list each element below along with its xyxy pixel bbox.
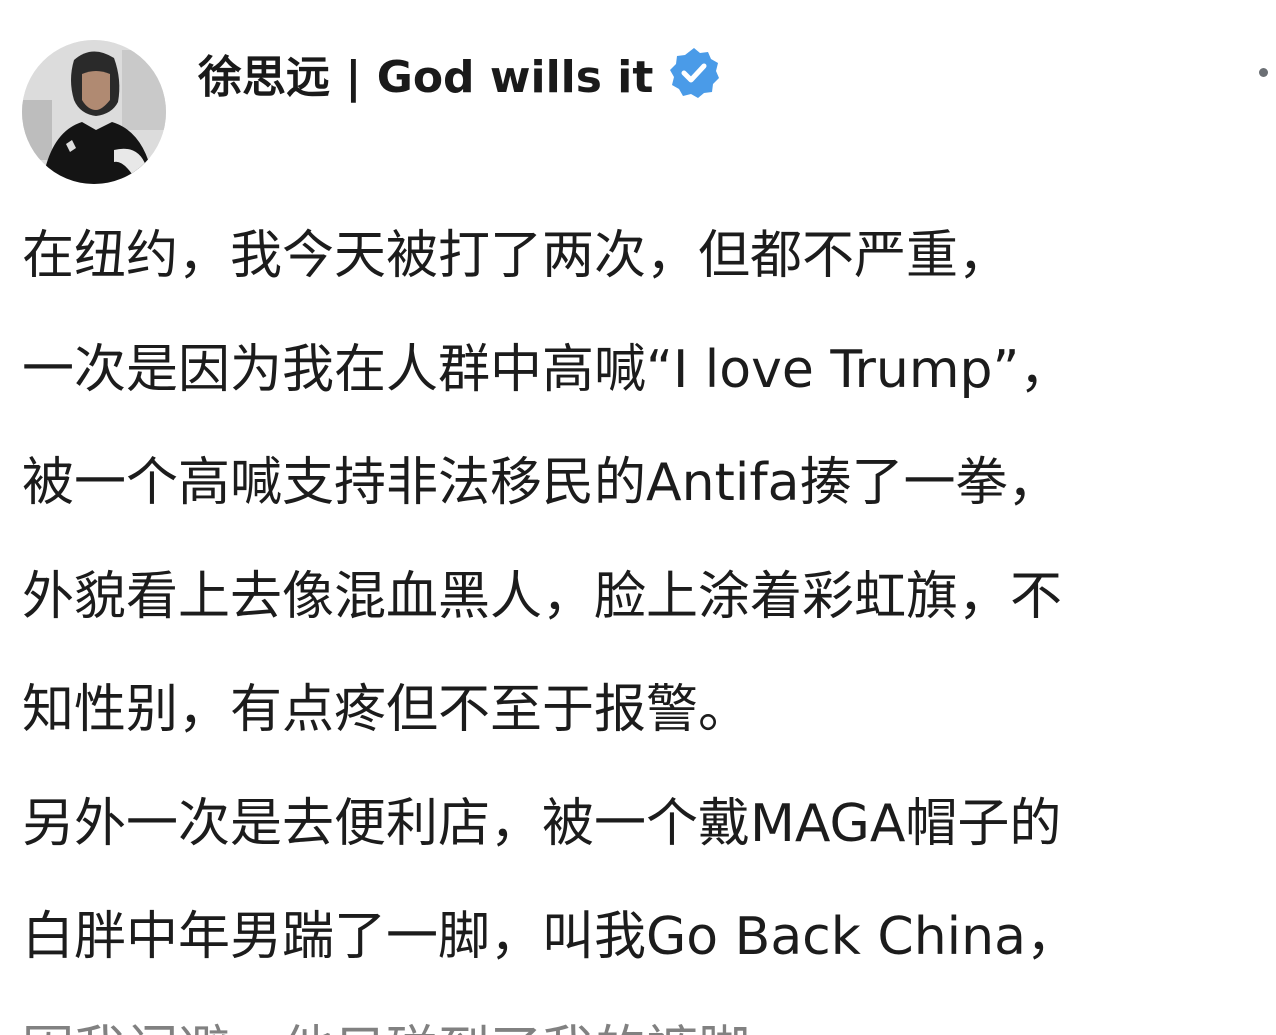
- post-text-line: 一次是因为我在人群中高喊“I love Trump”，: [22, 339, 1072, 400]
- post-text: 在纽约，我今天被打了两次，但都不严重， 一次是因为我在人群中高喊“I love …: [22, 200, 1276, 1035]
- post-text-line: 外貌看上去像混血黑人，脸上涂着彩虹旗，不: [22, 566, 1063, 627]
- verified-badge-icon: [670, 48, 720, 98]
- author-header: 徐思远 | God wills it: [198, 40, 721, 106]
- more-options-icon[interactable]: [1259, 68, 1268, 77]
- author-display-name[interactable]: 徐思远 | God wills it: [198, 41, 653, 105]
- post-text-line: 知性别，有点疼但不至于报警。: [22, 680, 751, 740]
- post-text-line: 白胖中年男踹了一脚，叫我Go Back China，: [22, 907, 1078, 967]
- user-photo-avatar-icon: [22, 40, 166, 184]
- post-text-line: 被一个高喊支持非法移民的Antifa揍了一拳，: [22, 453, 1060, 513]
- post-text-line: 另外一次是去便利店，被一个戴MAGA帽子的: [22, 793, 1062, 854]
- avatar[interactable]: [22, 40, 166, 184]
- post-text-line-partial: 因我闪避，他只碰到了我的裤脚: [22, 995, 1276, 1035]
- post-text-line: 在纽约，我今天被打了两次，但都不严重，: [22, 226, 1011, 286]
